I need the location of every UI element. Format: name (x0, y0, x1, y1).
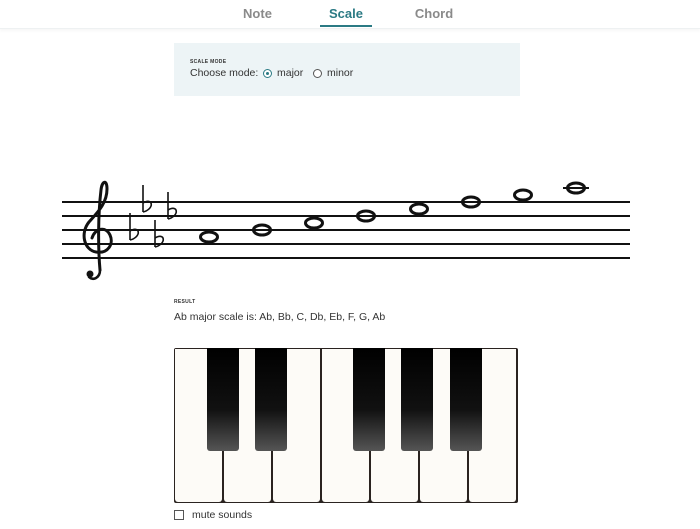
note-c5 (304, 216, 324, 230)
music-staff (62, 180, 630, 281)
note-g5 (513, 188, 533, 202)
result-text: Ab major scale is: Ab, Bb, C, Db, Eb, F,… (174, 311, 386, 323)
scale-notes (199, 181, 589, 244)
piano-keyboard (174, 348, 518, 503)
flat-icon (142, 185, 153, 213)
black-key-c-sharp[interactable] (207, 348, 239, 451)
flat-icon (167, 192, 178, 220)
note-ab4 (199, 230, 219, 244)
mute-sounds-checkbox[interactable] (174, 510, 184, 520)
result-caption: RESULT (174, 299, 196, 305)
black-key-f-sharp[interactable] (353, 348, 385, 451)
black-key-g-sharp[interactable] (401, 348, 433, 451)
note-eb5 (409, 202, 429, 216)
black-key-a-sharp[interactable] (450, 348, 482, 451)
black-key-d-sharp[interactable] (255, 348, 287, 451)
mute-sounds-label[interactable]: mute sounds (192, 509, 252, 521)
flat-icon (129, 213, 140, 241)
flat-icon (154, 220, 165, 248)
